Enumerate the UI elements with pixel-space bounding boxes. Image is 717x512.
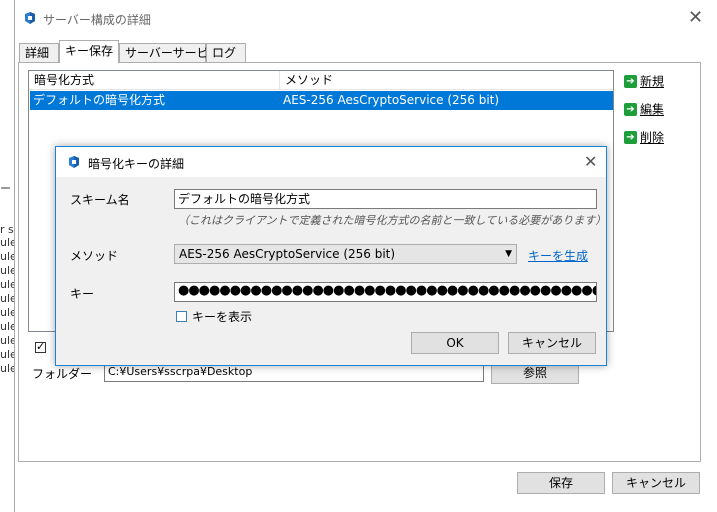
background-fragment: ー bbox=[0, 182, 11, 195]
row-method: AES-256 AesCryptoService (256 bit) bbox=[283, 93, 500, 107]
show-key-label[interactable]: キーを表示 bbox=[192, 308, 252, 325]
method-select-value: AES-256 AesCryptoService (256 bit) bbox=[179, 247, 396, 261]
key-dialog-body: スキーム名 デフォルトの暗号化方式 （これはクライアントで定義された暗号化方式の… bbox=[56, 177, 606, 365]
app-icon bbox=[69, 156, 79, 168]
app-icon bbox=[25, 12, 35, 24]
tab-details[interactable]: 詳細 bbox=[19, 43, 59, 62]
scheme-name-input[interactable]: デフォルトの暗号化方式 bbox=[174, 189, 597, 209]
key-dialog-title: 暗号化キーの詳細 bbox=[88, 157, 185, 171]
background-fragment: ule bbox=[0, 348, 14, 361]
key-cancel-button[interactable]: キャンセル bbox=[508, 332, 596, 354]
dialog-title: サーバー構成の詳細 bbox=[43, 13, 151, 27]
delete-button-label: 削除 bbox=[640, 130, 665, 145]
generate-key-link[interactable]: キーを生成 bbox=[528, 247, 588, 264]
dropdown-caret-icon: ▼ bbox=[505, 249, 512, 259]
edit-button[interactable]: ➔ 編集 bbox=[624, 100, 664, 118]
key-details-dialog: 暗号化キーの詳細 ✕ スキーム名 デフォルトの暗号化方式 （これはクライアントで… bbox=[55, 146, 607, 366]
background-fragment: ule bbox=[0, 362, 14, 375]
method-label: メソッド bbox=[70, 249, 119, 263]
table-row[interactable]: デフォルトの暗号化方式 AES-256 AesCryptoService (25… bbox=[30, 91, 613, 110]
tab-key-storage[interactable]: キー保存 bbox=[59, 40, 119, 63]
background-fragment: ule bbox=[0, 292, 14, 305]
show-key-checkbox[interactable] bbox=[176, 311, 187, 322]
delete-button[interactable]: ➔ 削除 bbox=[624, 128, 664, 146]
cancel-button[interactable]: キャンセル bbox=[612, 472, 700, 494]
scheme-name-label: スキーム名 bbox=[70, 193, 130, 207]
row-scheme: デフォルトの暗号化方式 bbox=[33, 93, 166, 107]
green-arrow-icon: ➔ bbox=[624, 131, 637, 144]
scheme-name-hint: （これはクライアントで定義された暗号化方式の名前と一致している必要があります） bbox=[178, 214, 607, 227]
green-arrow-icon: ➔ bbox=[624, 103, 637, 116]
column-header-scheme[interactable]: 暗号化方式 bbox=[29, 71, 279, 89]
background-fragment: r s bbox=[0, 223, 14, 236]
background-fragment: ule bbox=[0, 320, 14, 333]
key-label: キー bbox=[70, 287, 95, 301]
close-icon[interactable]: ✕ bbox=[584, 153, 597, 171]
background-fragment: ule bbox=[0, 236, 14, 249]
ok-button[interactable]: OK bbox=[411, 332, 499, 354]
close-icon[interactable]: ✕ bbox=[688, 9, 703, 27]
list-header: 暗号化方式 メソッド bbox=[29, 71, 613, 90]
save-button[interactable]: 保存 bbox=[517, 472, 605, 494]
green-arrow-icon: ➔ bbox=[624, 75, 637, 88]
background-left-strip: ー r s ule ule ule ule ule ule ule ule ul… bbox=[0, 0, 15, 512]
column-header-method[interactable]: メソッド bbox=[280, 71, 585, 89]
new-button-label: 新規 bbox=[640, 74, 665, 89]
tab-server-services[interactable]: サーバーサービス bbox=[119, 43, 221, 62]
background-fragment: ule bbox=[0, 334, 14, 347]
key-input[interactable]: ●●●●●●●●●●●●●●●●●●●●●●●●●●●●●●●●●●●●●●●●… bbox=[174, 282, 597, 302]
background-fragment: ule bbox=[0, 264, 14, 277]
background-fragment: ule bbox=[0, 278, 14, 291]
background-fragment: ule bbox=[0, 250, 14, 263]
key-dialog-titlebar: 暗号化キーの詳細 ✕ bbox=[56, 147, 606, 177]
method-select[interactable]: AES-256 AesCryptoService (256 bit) ▼ bbox=[174, 244, 517, 264]
save-option-checkbox[interactable] bbox=[35, 340, 46, 353]
edit-button-label: 編集 bbox=[640, 102, 665, 117]
new-button[interactable]: ➔ 新規 bbox=[624, 72, 664, 90]
background-fragment: ule bbox=[0, 306, 14, 319]
tab-log[interactable]: ログ bbox=[206, 43, 246, 62]
folder-label: フォルダー bbox=[32, 367, 93, 381]
